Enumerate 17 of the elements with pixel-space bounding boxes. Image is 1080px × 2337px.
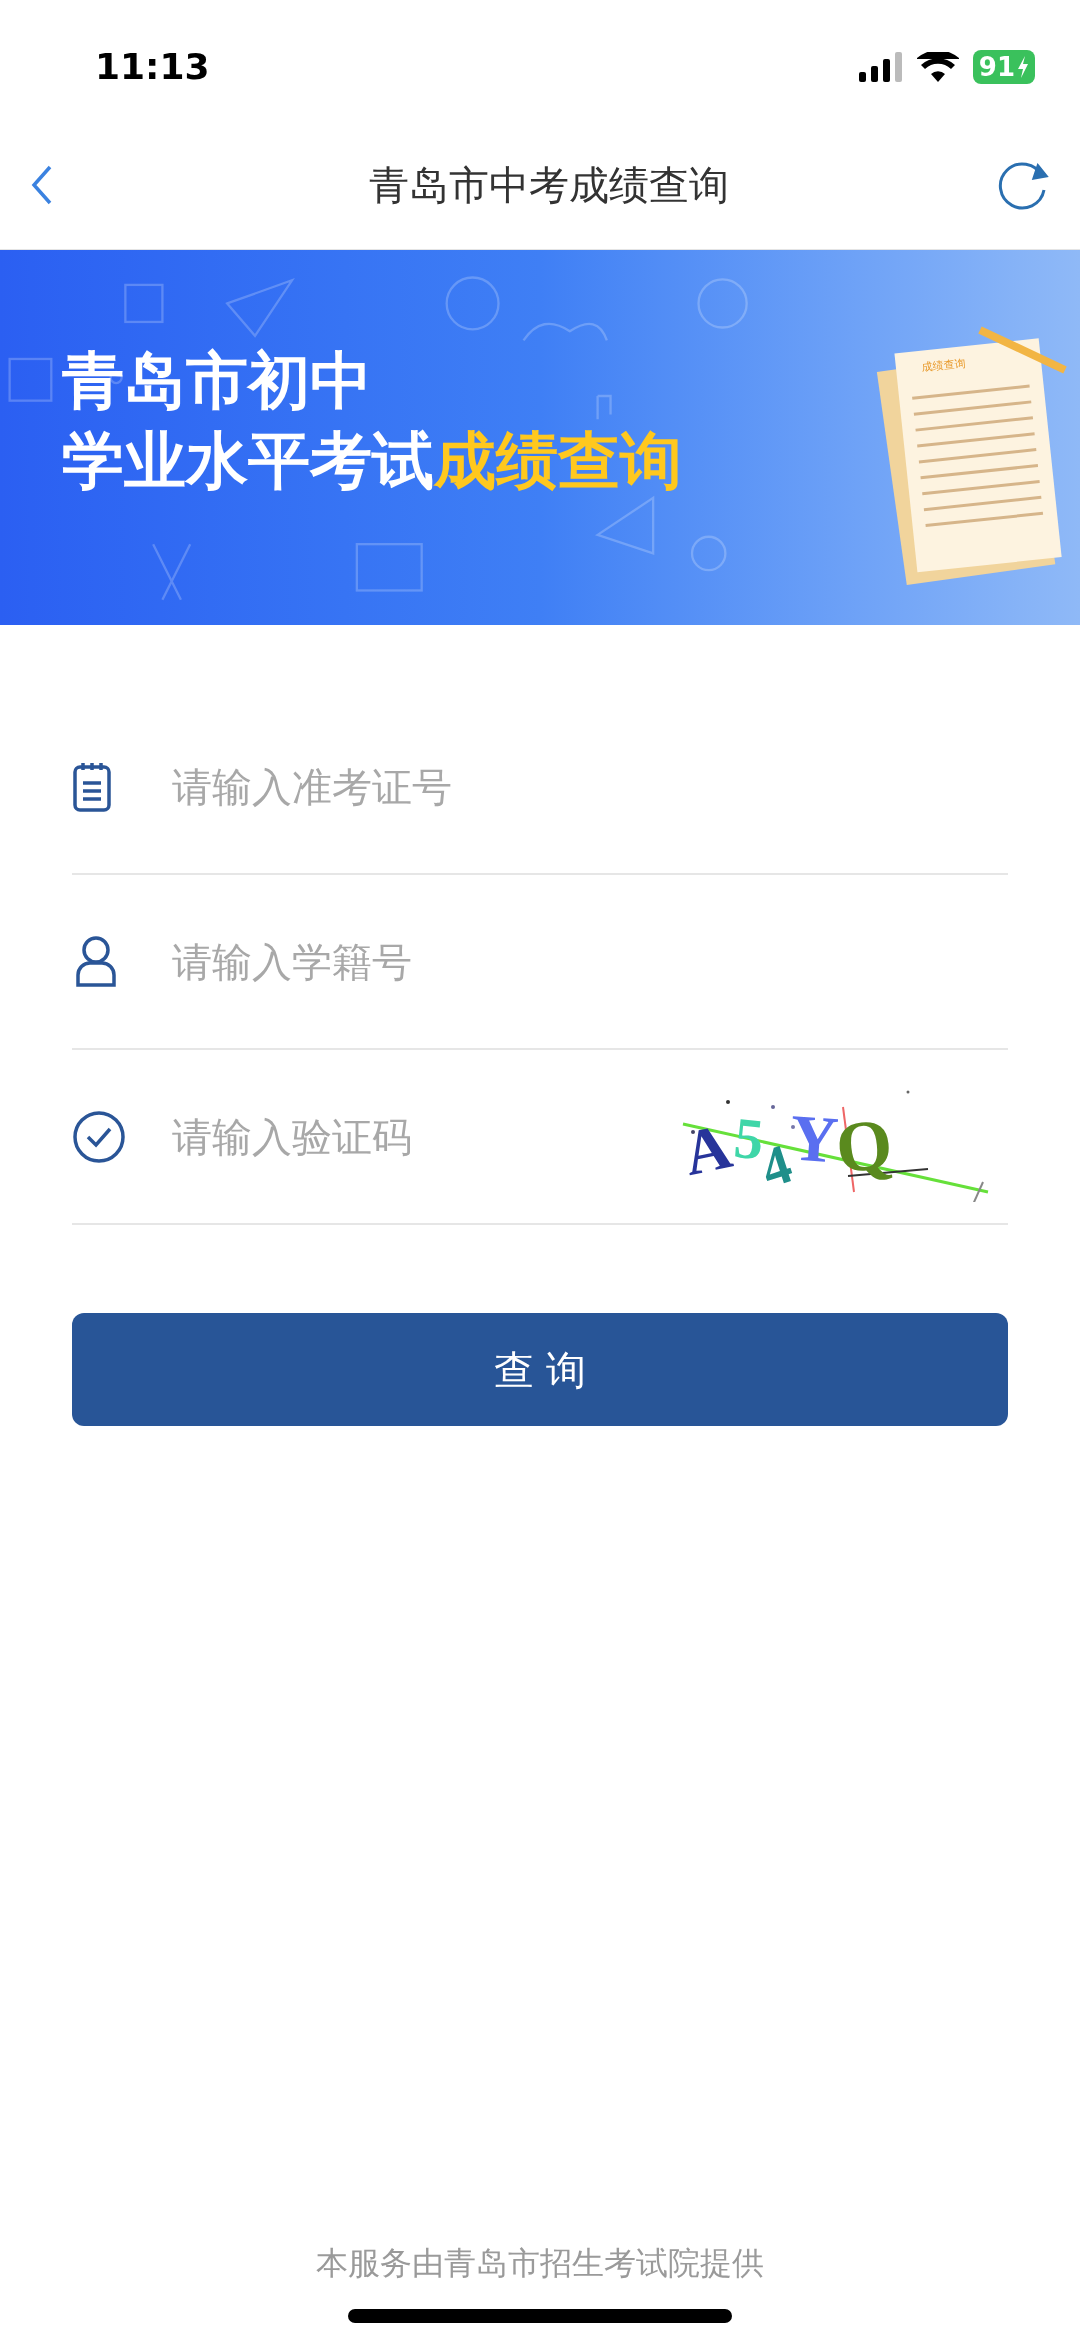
- page-title: 青岛市中考成绩查询: [369, 160, 729, 210]
- footer-text: 本服务由青岛市招生考试院提供: [316, 2243, 764, 2284]
- battery-level: 91: [978, 54, 1015, 80]
- banner-heading: 青岛市初中: [62, 350, 372, 412]
- paper-title: 成绩查询: [921, 355, 967, 377]
- notepad-icon: [72, 760, 112, 813]
- signal-icon: [858, 52, 903, 82]
- query-button[interactable]: 查 询: [72, 1313, 1008, 1426]
- check-circle-icon: [72, 1109, 126, 1164]
- banner-highlight: 成绩查询: [434, 430, 682, 492]
- input-field[interactable]: 请输入验证码: [172, 1096, 658, 1177]
- status-time: 11:13: [95, 45, 210, 89]
- banner-heading: 学业水平考试: [62, 430, 434, 492]
- bolt-icon: [1017, 56, 1029, 78]
- wifi-icon: [916, 52, 959, 82]
- input-field[interactable]: 请输入准考证号: [172, 746, 1008, 827]
- input-field[interactable]: 请输入学籍号: [172, 921, 1008, 1002]
